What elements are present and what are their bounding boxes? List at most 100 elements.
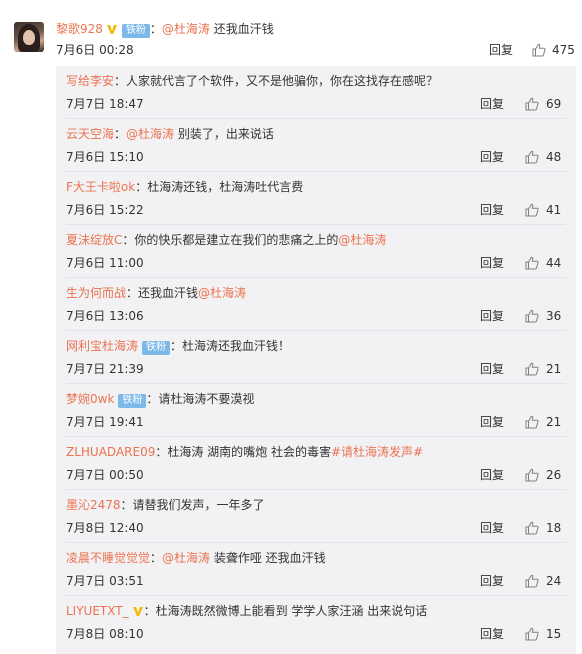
replies-panel: 写给李安：人家就代言了个软件，又不是他骗你，你在这找存在感呢？ 7月7日 18:4…	[56, 66, 576, 654]
like-count: 41	[546, 203, 562, 217]
like-count: 69	[546, 97, 562, 111]
fan-badge: 铁粉	[142, 341, 171, 355]
thumbs-up-icon	[525, 468, 539, 482]
reply-username[interactable]: 凌晨不睡觉觉觉	[66, 551, 150, 565]
like-button[interactable]: 41	[525, 201, 561, 219]
reply-button[interactable]: 回复	[480, 307, 504, 325]
thumbs-up-icon	[525, 415, 539, 429]
reply-line: 凌晨不睡觉觉觉：@杜海涛 装聋作哑 还我血汗钱	[66, 549, 326, 567]
like-count: 475	[552, 43, 575, 57]
reply-line: 写给李安：人家就代言了个软件，又不是他骗你，你在这找存在感呢？	[66, 72, 438, 90]
reply-line: 生为何而战：还我血汗钱@杜海涛	[66, 284, 246, 302]
reply-text: ：请杜海涛不要漠视	[146, 392, 255, 406]
reply-button[interactable]: 回复	[480, 95, 504, 113]
reply-item: 梦婉0wk 铁粉 ：请杜海涛不要漠视 7月7日 19:41 回复 21	[56, 384, 576, 437]
reply-text: ：	[114, 127, 127, 141]
thumbs-up-icon	[525, 203, 539, 217]
reply-text: ：人家就代言了个软件，又不是他骗你，你在这找存在感呢？	[114, 74, 439, 88]
reply-line: 梦婉0wk 铁粉 ：请杜海涛不要漠视	[66, 390, 254, 408]
reply-time: 7月7日 21:39	[66, 362, 144, 376]
comment-thread: 黎歌928 铁粉 ：@杜海涛 还我血汗钱 7月6日 00:28 回复 475 写给李…	[0, 0, 582, 654]
reply-text: ：杜海涛既然微博上能看到 学学人家汪涵 出来说句话	[143, 604, 428, 618]
reply-button[interactable]: 回复	[480, 201, 504, 219]
like-button[interactable]: 44	[525, 254, 561, 272]
reply-button[interactable]: 回复	[480, 572, 504, 590]
like-button[interactable]: 21	[525, 413, 561, 431]
reply-time: 7月6日 13:06	[66, 309, 144, 323]
reply-button[interactable]: 回复	[480, 519, 504, 537]
top-comment-username[interactable]: 黎歌928	[56, 22, 103, 36]
reply-button[interactable]: 回复	[480, 148, 504, 166]
like-count: 44	[546, 256, 562, 270]
thumbs-up-icon	[525, 256, 539, 270]
reply-line: F大王卡啦ok：杜海涛还钱，杜海涛吐代言费	[66, 178, 303, 196]
top-comment-time: 7月6日 00:28	[56, 43, 134, 57]
reply-text: ：你的快乐都是建立在我们的悲痛之上的	[122, 233, 339, 247]
reply-time: 7月7日 19:41	[66, 415, 144, 429]
mention-link[interactable]: @杜海涛	[338, 233, 386, 247]
reply-username[interactable]: 梦婉0wk	[66, 392, 114, 406]
reply-text: ：还我血汗钱	[126, 286, 199, 300]
fan-badge: 铁粉	[118, 394, 147, 408]
like-button[interactable]: 26	[525, 466, 561, 484]
thumbs-up-icon	[525, 627, 539, 641]
reply-button[interactable]: 回复	[480, 413, 504, 431]
reply-text: 装聋作哑 还我血汗钱	[210, 551, 326, 565]
reply-username[interactable]: F大王卡啦ok	[66, 180, 135, 194]
reply-item: 云天空海：@杜海涛 别装了，出来说话 7月6日 15:10 回复 48	[56, 119, 576, 172]
reply-item: 生为何而战：还我血汗钱@杜海涛 7月6日 13:06 回复 36	[56, 278, 576, 331]
like-button[interactable]: 36	[525, 307, 561, 325]
reply-button[interactable]: 回复	[480, 625, 504, 643]
top-comment-text: 还我血汗钱	[209, 22, 274, 36]
reply-text: ：	[150, 551, 163, 565]
like-button[interactable]: 69	[525, 95, 561, 113]
reply-username[interactable]: LIYUETXT_	[66, 604, 129, 618]
reply-text: ：请替我们发声，一年多了	[120, 498, 265, 512]
mention-link[interactable]: #请杜海涛发声#	[331, 445, 423, 459]
reply-username[interactable]: 墨沁2478	[66, 498, 121, 512]
fan-badge: 铁粉	[121, 24, 150, 38]
reply-username[interactable]: 写给李安	[66, 74, 114, 88]
thumbs-up-icon	[525, 521, 539, 535]
reply-username[interactable]: 生为何而战	[66, 286, 126, 300]
avatar-face	[23, 30, 35, 45]
reply-username[interactable]: ZLHUADARE09	[66, 445, 155, 459]
reply-line: LIYUETXT_ ：杜海涛既然微博上能看到 学学人家汪涵 出来说句话	[66, 602, 427, 620]
like-count: 24	[546, 574, 562, 588]
like-count: 21	[546, 415, 562, 429]
reply-item: ZLHUADARE09：杜海涛 湖南的嘴炮 社会的毒害#请杜海涛发声# 7月7日 …	[56, 437, 576, 490]
reply-button[interactable]: 回复	[489, 42, 513, 58]
like-button[interactable]: 24	[525, 572, 561, 590]
reply-time: 7月6日 15:22	[66, 203, 144, 217]
reply-line: 云天空海：@杜海涛 别装了，出来说话	[66, 125, 274, 143]
mention-link[interactable]: @杜海涛	[198, 286, 246, 300]
avatar[interactable]	[14, 22, 44, 52]
like-button[interactable]: 21	[525, 360, 561, 378]
like-count: 26	[546, 468, 562, 482]
like-button[interactable]: 475	[532, 42, 575, 58]
reply-username[interactable]: 网利宝杜海涛	[66, 339, 138, 353]
reply-item: F大王卡啦ok：杜海涛还钱，杜海涛吐代言费 7月6日 15:22 回复 41	[56, 172, 576, 225]
reply-item: 墨沁2478：请替我们发声，一年多了 7月8日 12:40 回复 18	[56, 490, 576, 543]
mention-link[interactable]: @杜海涛	[162, 551, 210, 565]
reply-username[interactable]: 云天空海	[66, 127, 114, 141]
reply-line: 墨沁2478：请替我们发声，一年多了	[66, 496, 265, 514]
reply-text: 别装了，出来说话	[174, 127, 274, 141]
top-comment-line: 黎歌928 铁粉 ：@杜海涛 还我血汗钱	[56, 22, 274, 38]
mention-link[interactable]: @杜海涛	[162, 22, 210, 36]
reply-button[interactable]: 回复	[480, 254, 504, 272]
reply-item: LIYUETXT_ ：杜海涛既然微博上能看到 学学人家汪涵 出来说句话 7月8日 0…	[56, 596, 576, 649]
like-count: 18	[546, 521, 562, 535]
like-button[interactable]: 18	[525, 519, 561, 537]
reply-time: 7月6日 15:10	[66, 150, 144, 164]
thumbs-up-icon	[525, 150, 539, 164]
like-button[interactable]: 48	[525, 148, 561, 166]
reply-username[interactable]: 夏沫绽放C	[66, 233, 122, 247]
reply-text: ：杜海涛还钱，杜海涛吐代言费	[135, 180, 304, 194]
reply-time: 7月7日 00:50	[66, 468, 144, 482]
mention-link[interactable]: @杜海涛	[126, 127, 174, 141]
reply-time: 7月7日 03:51	[66, 574, 144, 588]
reply-button[interactable]: 回复	[480, 466, 504, 484]
like-button[interactable]: 15	[525, 625, 561, 643]
reply-button[interactable]: 回复	[480, 360, 504, 378]
